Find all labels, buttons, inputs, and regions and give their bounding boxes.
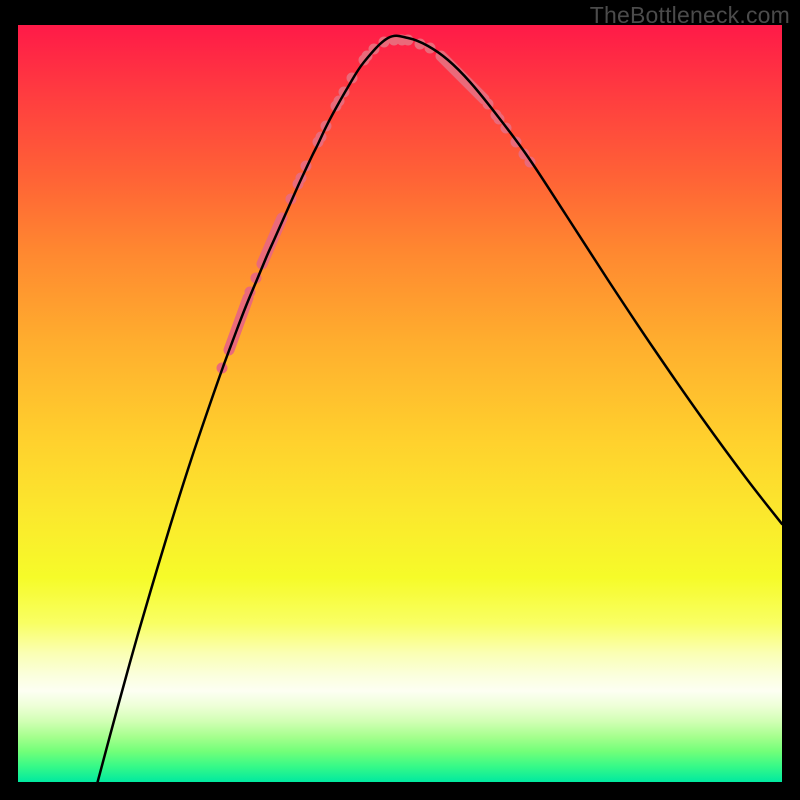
bottleneck-curve [96,36,782,788]
curve-svg [18,25,782,782]
chart-plot-area [18,25,782,782]
curve-marker-overlay [222,40,530,368]
